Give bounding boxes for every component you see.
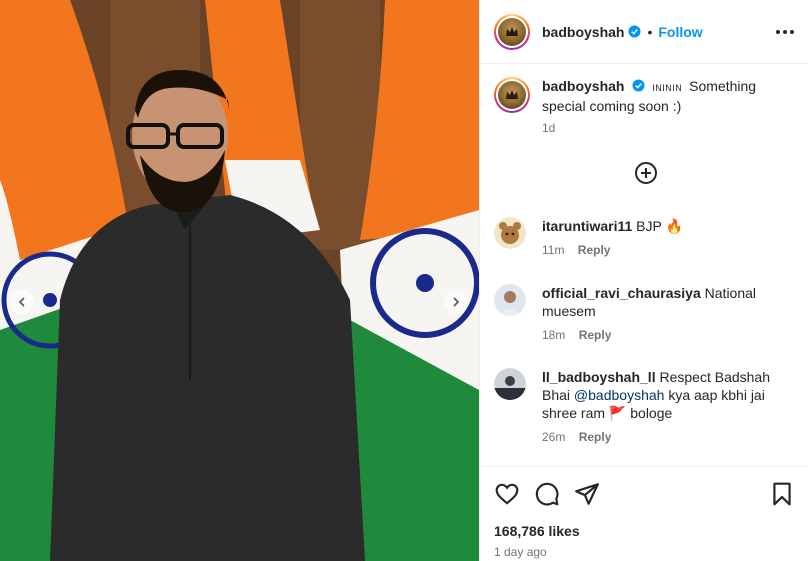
crown-avatar-image <box>498 17 526 46</box>
author-username[interactable]: badboyshah <box>542 24 624 40</box>
previous-image-button[interactable] <box>10 290 34 314</box>
post-side-panel: badboyshah • Follow badboyshah INININ So… <box>479 0 808 561</box>
post-actions: 168,786 likes 1 day ago <box>480 466 808 559</box>
crown-avatar-image <box>498 81 526 109</box>
post-header: badboyshah • Follow <box>480 0 808 64</box>
post-image[interactable] <box>0 0 479 561</box>
comment-item: official_ravi_chaurasiya National muesem… <box>494 284 800 344</box>
comment-icon[interactable] <box>534 481 560 507</box>
verified-badge-icon <box>628 25 642 38</box>
caption-age: 1d <box>542 121 556 135</box>
bookmark-icon[interactable] <box>769 481 795 507</box>
comment-text-end: bologe <box>630 405 673 421</box>
reply-button[interactable]: Reply <box>579 430 612 444</box>
commenter-avatar[interactable] <box>494 217 526 249</box>
comment-text: BJP <box>636 218 662 234</box>
comment-username[interactable]: ll_badboyshah_ll <box>542 369 656 385</box>
commenter-avatar[interactable] <box>494 284 526 316</box>
caption-author-avatar[interactable] <box>494 77 530 113</box>
commenter-avatar[interactable] <box>494 368 526 400</box>
likes-count[interactable]: 168,786 likes <box>494 523 795 539</box>
post-photo <box>0 0 479 561</box>
flag-emoji: 🚩 <box>608 405 627 421</box>
comment-username[interactable]: official_ravi_chaurasiya <box>542 285 701 301</box>
comment-username[interactable]: itaruntiwari11 <box>542 218 632 234</box>
comment-age: 11m <box>542 243 565 257</box>
fire-emoji: 🔥 <box>665 218 683 234</box>
post-caption: badboyshah INININ Something special comi… <box>480 65 808 137</box>
heart-icon[interactable] <box>494 481 520 507</box>
comment-item: itaruntiwari11 BJP 🔥 11m Reply <box>494 217 800 259</box>
comment-age: 18m <box>542 328 566 342</box>
comments-section[interactable]: badboyshah INININ Something special comi… <box>480 65 808 465</box>
caption-username[interactable]: badboyshah <box>542 78 624 94</box>
next-image-button[interactable] <box>444 290 468 314</box>
comment-age: 26m <box>542 430 566 444</box>
comment-item: ll_badboyshah_ll Respect Badshah Bhai @b… <box>494 368 800 446</box>
author-avatar[interactable] <box>494 13 530 50</box>
verified-badge-icon <box>632 79 645 92</box>
mention-link[interactable]: @badboyshah <box>574 387 665 403</box>
separator-dot: • <box>647 23 653 40</box>
chevron-right-icon <box>453 297 460 307</box>
reply-button[interactable]: Reply <box>578 243 611 257</box>
add-circle-icon[interactable] <box>634 161 658 185</box>
more-options-icon[interactable] <box>776 25 794 39</box>
caption-tag: INININ <box>652 83 683 93</box>
send-icon[interactable] <box>574 481 600 507</box>
reply-button[interactable]: Reply <box>579 328 612 342</box>
chevron-left-icon <box>18 297 25 307</box>
post-timestamp[interactable]: 1 day ago <box>494 545 795 559</box>
instagram-post: badboyshah • Follow badboyshah INININ So… <box>0 0 808 561</box>
follow-button[interactable]: Follow <box>658 24 702 40</box>
